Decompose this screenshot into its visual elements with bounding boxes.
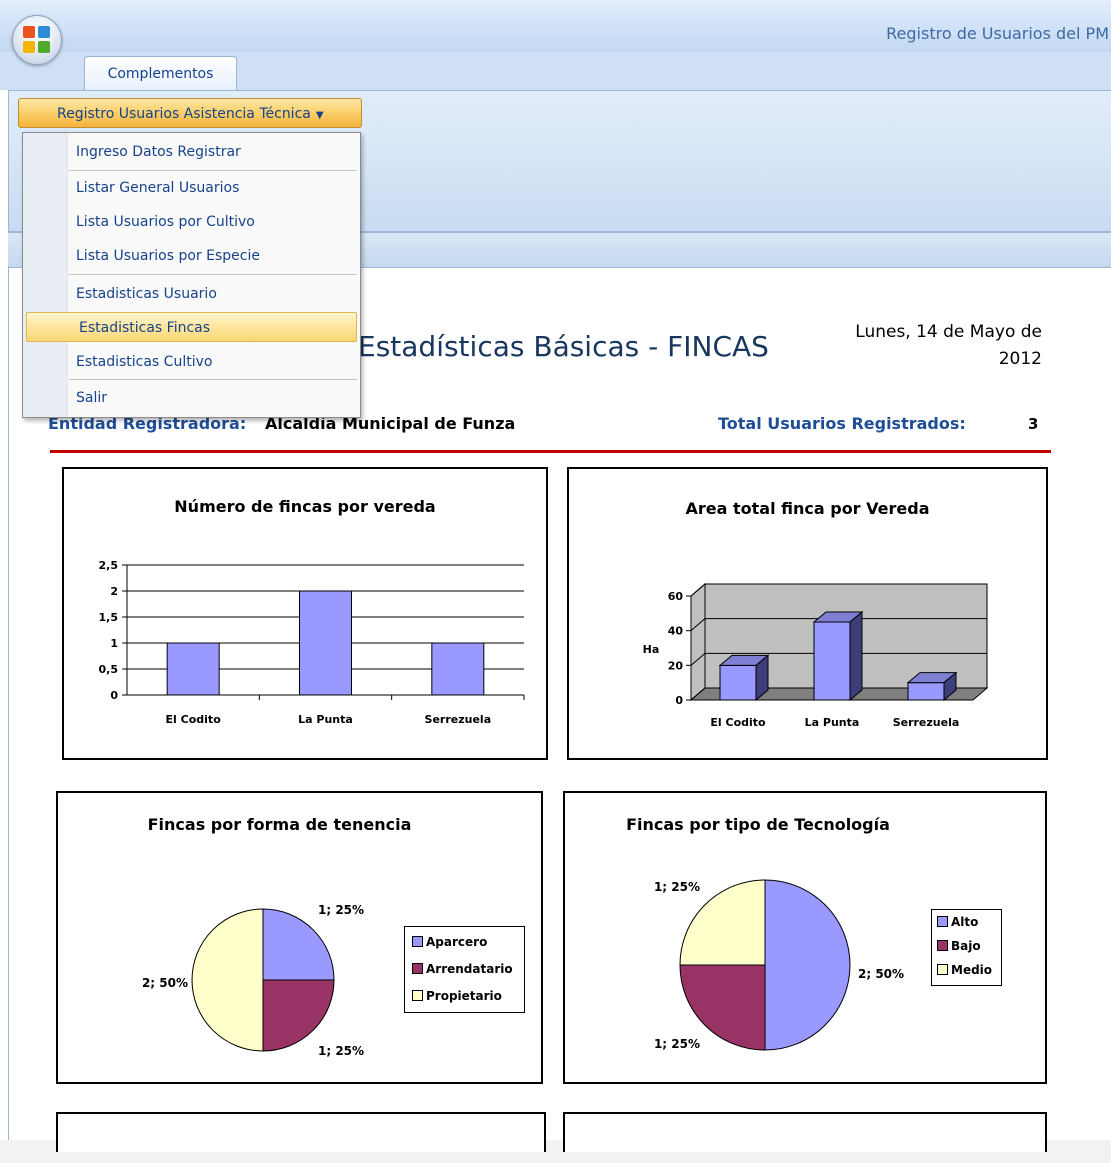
- menu-item-listar-general-usuarios[interactable]: Listar General Usuarios: [24, 173, 359, 203]
- bar: [719, 664, 757, 701]
- y-tick-label: 40: [668, 625, 684, 638]
- legend-item: Arrendatario: [412, 962, 513, 976]
- total-usuarios-label: Total Usuarios Registrados:: [718, 414, 966, 433]
- chart-legend: Alto Bajo Medio: [931, 909, 1002, 986]
- legend-item: Propietario: [412, 989, 502, 1003]
- x-tick-label: La Punta: [298, 713, 353, 726]
- chart-forma-tenencia: Fincas por forma de tenencia 1; 25% 1; 25…: [56, 791, 543, 1084]
- chart-box-partial: [56, 1112, 546, 1152]
- y-tick-label: 60: [668, 590, 684, 603]
- legend-label: Propietario: [426, 989, 502, 1003]
- x-tick-label: La Punta: [805, 716, 860, 729]
- bar: [431, 642, 485, 696]
- x-tick-label: El Codito: [710, 716, 766, 729]
- y-tick-label: 0,5: [99, 663, 119, 676]
- menu-item-salir[interactable]: Salir: [24, 383, 359, 413]
- menu-separator: [69, 379, 357, 380]
- y-tick-label: 0: [675, 694, 683, 707]
- legend-swatch: [937, 916, 948, 927]
- report-date-line1: Lunes, 14 de Mayo de: [855, 322, 1042, 342]
- total-usuarios-value: 3: [1028, 415, 1039, 433]
- chart-area-total-finca: Area total finca por Vereda 0 20 40 60 Ha El …: [567, 467, 1048, 760]
- bar-side: [849, 610, 863, 702]
- menu-item-ingreso-datos-registrar[interactable]: Ingreso Datos Registrar: [24, 137, 359, 167]
- menu-item-estadisticas-cultivo[interactable]: Estadisticas Cultivo: [24, 347, 359, 377]
- legend-item: Aparcero: [412, 935, 487, 949]
- legend-label: Arrendatario: [426, 962, 513, 976]
- legend-swatch: [937, 940, 948, 951]
- bar: [907, 682, 945, 701]
- legend-swatch: [937, 964, 948, 975]
- y-tick-label: 0: [110, 689, 118, 702]
- y-tick-label: 1,5: [99, 611, 119, 624]
- pie-data-label: 2; 50%: [858, 967, 904, 981]
- chart-plot: 0 0,5 1 1,5 2 2,5 El Codito La Punta Serrezuela: [99, 559, 525, 726]
- report-title: Estadísticas Básicas - FINCAS: [358, 330, 769, 363]
- dropdown-menu: Ingreso Datos Registrar Listar General U…: [22, 132, 361, 418]
- menu-item-lista-usuarios-cultivo[interactable]: Lista Usuarios por Cultivo: [24, 207, 359, 237]
- menu-item-estadisticas-fincas[interactable]: Estadisticas Fincas: [26, 312, 357, 342]
- pie-data-label: 1; 25%: [318, 1044, 364, 1058]
- content-left-border: [8, 266, 9, 1163]
- report-date-line2: 2012: [998, 349, 1042, 369]
- legend-swatch: [412, 963, 423, 974]
- legend-item: Alto: [937, 915, 978, 929]
- legend-label: Alto: [951, 915, 979, 929]
- plot-side-wall: [690, 582, 706, 702]
- menu-item-estadisticas-usuario[interactable]: Estadisticas Usuario: [24, 279, 359, 309]
- legend-item: Medio: [937, 963, 992, 977]
- header-divider: [50, 450, 1051, 453]
- pie-data-label: 1; 25%: [654, 880, 700, 894]
- pie-data-label: 1; 25%: [654, 1037, 700, 1051]
- legend-label: Bajo: [951, 939, 981, 953]
- menu-separator: [69, 170, 357, 171]
- report-date: Lunes, 14 de Mayo de 2012: [820, 319, 1042, 373]
- bar: [299, 590, 352, 696]
- pie-data-label: 1; 25%: [318, 903, 364, 917]
- chart-fincas-por-vereda: Número de fincas por vereda 0 0,5 1 1,5 2 2,5…: [62, 467, 548, 760]
- office-button[interactable]: [12, 15, 62, 65]
- chart-plot: 0 20 40 60 Ha El Codito La Punta Serrezuela: [643, 582, 989, 729]
- legend-swatch: [412, 936, 423, 947]
- chevron-down-icon: ▼: [315, 110, 324, 121]
- bar: [166, 642, 220, 696]
- menu-item-lista-usuarios-especie[interactable]: Lista Usuarios por Especie: [24, 241, 359, 271]
- legend-swatch: [412, 990, 423, 1001]
- chart-box-partial: [563, 1112, 1047, 1152]
- y-tick-label: 2,5: [99, 559, 119, 572]
- chart-legend: Aparcero Arrendatario Propietario: [404, 926, 525, 1013]
- pie-data-label: 2; 50%: [142, 976, 188, 990]
- pie-slice: [262, 979, 335, 1052]
- x-tick-label: Serrezuela: [893, 716, 960, 729]
- legend-item: Bajo: [937, 939, 981, 953]
- pie-slice: [764, 879, 851, 1051]
- x-tick-label: El Codito: [166, 713, 222, 726]
- pie-slice: [191, 908, 264, 1052]
- registro-usuarios-dropdown-button[interactable]: Registro Usuarios Asistencia Técnica ▼: [18, 98, 362, 128]
- office-logo-icon: [23, 26, 51, 54]
- chart-tipo-tecnologia: Fincas por tipo de Tecnología 2; 50% 1; 2…: [563, 791, 1047, 1084]
- dropdown-button-label: Registro Usuarios Asistencia Técnica: [57, 106, 311, 122]
- y-tick-label: 2: [110, 585, 118, 598]
- x-tick-label: Serrezuela: [425, 713, 492, 726]
- window-title: Registro de Usuarios del PM: [886, 24, 1109, 43]
- y-axis-label: Ha: [643, 643, 660, 656]
- pie-slice: [262, 908, 335, 981]
- y-tick-label: 1: [110, 637, 118, 650]
- menu-separator: [69, 274, 357, 275]
- y-tick-label: 20: [668, 659, 684, 672]
- legend-label: Medio: [951, 963, 993, 977]
- tab-complementos[interactable]: Complementos: [84, 56, 237, 91]
- legend-label: Aparcero: [426, 935, 488, 949]
- bar: [813, 621, 851, 701]
